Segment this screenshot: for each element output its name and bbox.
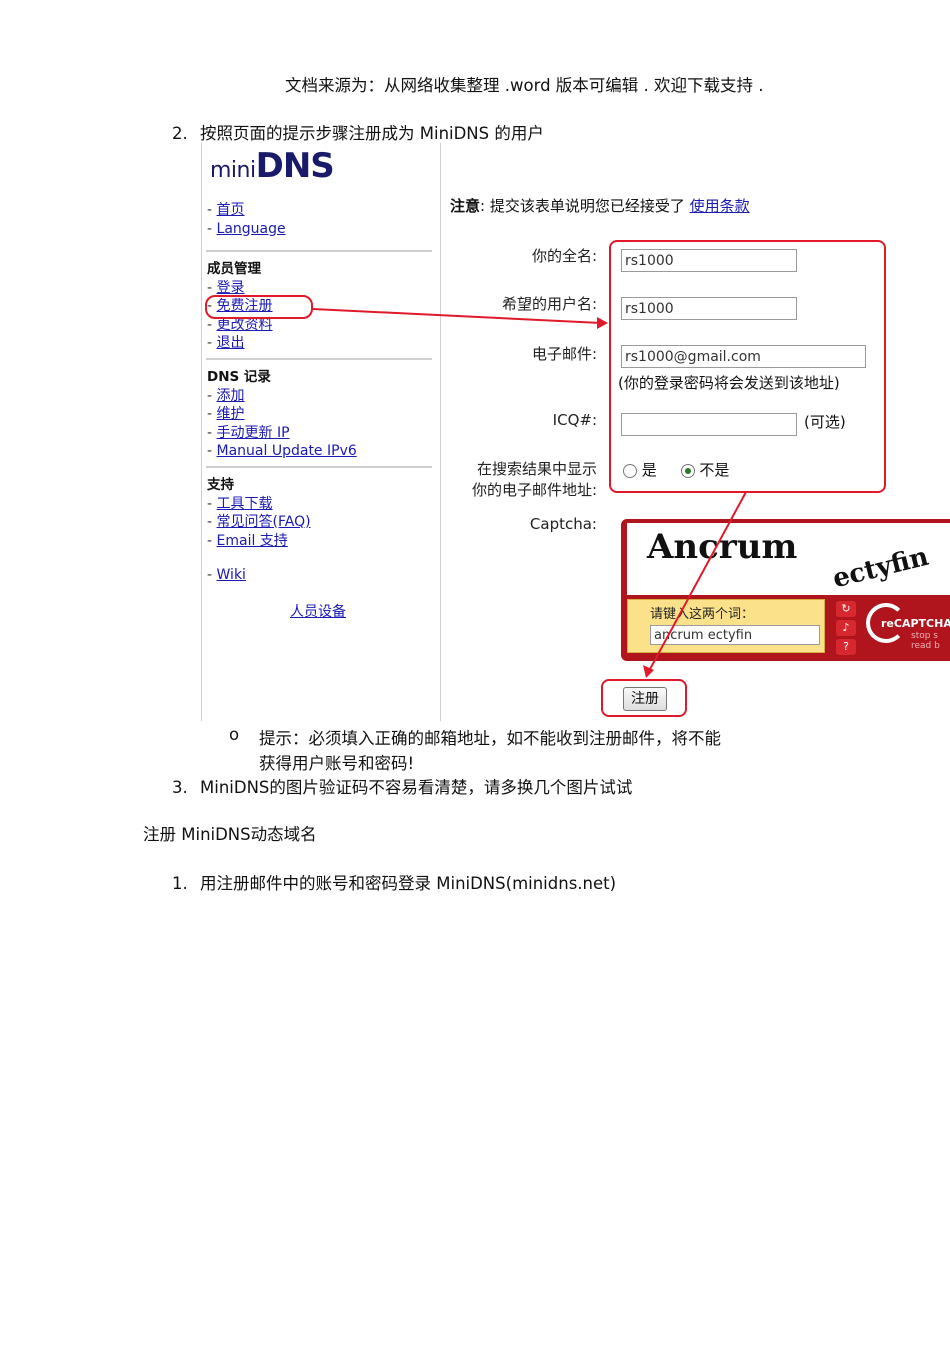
step-1-text: 用注册邮件中的账号和密码登录 MiniDNS(minidns.net) [200, 874, 617, 893]
step-2-number: 2. [172, 124, 188, 143]
section-title: 注册 MiniDNS动态域名 [143, 825, 317, 844]
tip-bullet: o [229, 725, 240, 744]
arrow-head [643, 665, 654, 678]
arrow-to-submit [648, 491, 747, 672]
registration-screenshot: miniDNS - 首页 - Language 成员管理 - 登录 - 免费注册… [201, 143, 950, 721]
step-2-text: 按照页面的提示步骤注册成为 MiniDNS 的用户 [200, 124, 544, 143]
annotation-arrows [312, 308, 747, 678]
step-3: 3. MiniDNS的图片验证码不容易看清楚，请多换几个图片试试 [172, 774, 632, 798]
step-3-number: 3. [172, 778, 188, 797]
document-header: 文档来源为：从网络收集整理 .word 版本可编辑 . 欢迎下载支持 . [285, 76, 764, 95]
tip-line-1: 提示：必须填入正确的邮箱地址，如不能收到注册邮件，将不能 [259, 729, 721, 748]
step-3-text: MiniDNS的图片验证码不容易看清楚，请多换几个图片试试 [200, 778, 633, 797]
step-2: 2. 按照页面的提示步骤注册成为 MiniDNS 的用户 [172, 120, 544, 144]
arrow-to-form [312, 308, 602, 324]
step-1-number: 1. [172, 874, 188, 893]
arrow-head [597, 317, 608, 329]
tip-line-2: 获得用户账号和密码! [259, 754, 415, 773]
step-1: 1. 用注册邮件中的账号和密码登录 MiniDNS(minidns.net) [172, 870, 616, 894]
